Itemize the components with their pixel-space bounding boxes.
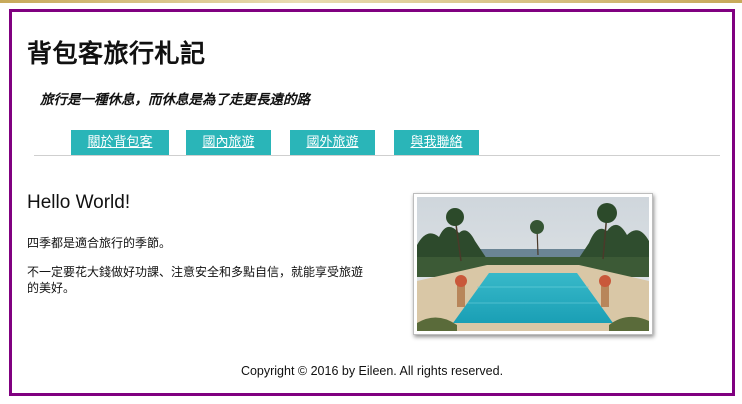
paragraph-seasons: 四季都是適合旅行的季節。 xyxy=(27,236,172,250)
nav-item-contact[interactable]: 與我聯絡 xyxy=(394,130,479,155)
paragraph-travel-tips: 不一定要花大錢做好功課、注意安全和多點自信，就能享受旅遊的美好。 xyxy=(27,265,364,295)
tagline: 旅行是一種休息，而休息是為了走更長遠的路 xyxy=(40,92,310,108)
content-heading: Hello World! xyxy=(27,192,131,213)
footer-copyright: Copyright © 2016 by Eileen. All rights r… xyxy=(240,364,504,378)
pool-photo xyxy=(413,193,653,335)
main-nav: 關於背包客 國內旅遊 國外旅遊 與我聯絡 xyxy=(34,130,720,156)
nav-item-domestic-travel[interactable]: 國內旅遊 xyxy=(186,130,271,155)
resort-pool-image xyxy=(417,197,649,331)
site-title: 背包客旅行札記 xyxy=(27,39,206,68)
nav-item-about[interactable]: 關於背包客 xyxy=(71,130,169,155)
top-accent-line xyxy=(0,0,742,3)
nav-item-international-travel[interactable]: 國外旅遊 xyxy=(290,130,375,155)
page-frame: 背包客旅行札記 旅行是一種休息，而休息是為了走更長遠的路 關於背包客 國內旅遊 … xyxy=(9,9,735,396)
